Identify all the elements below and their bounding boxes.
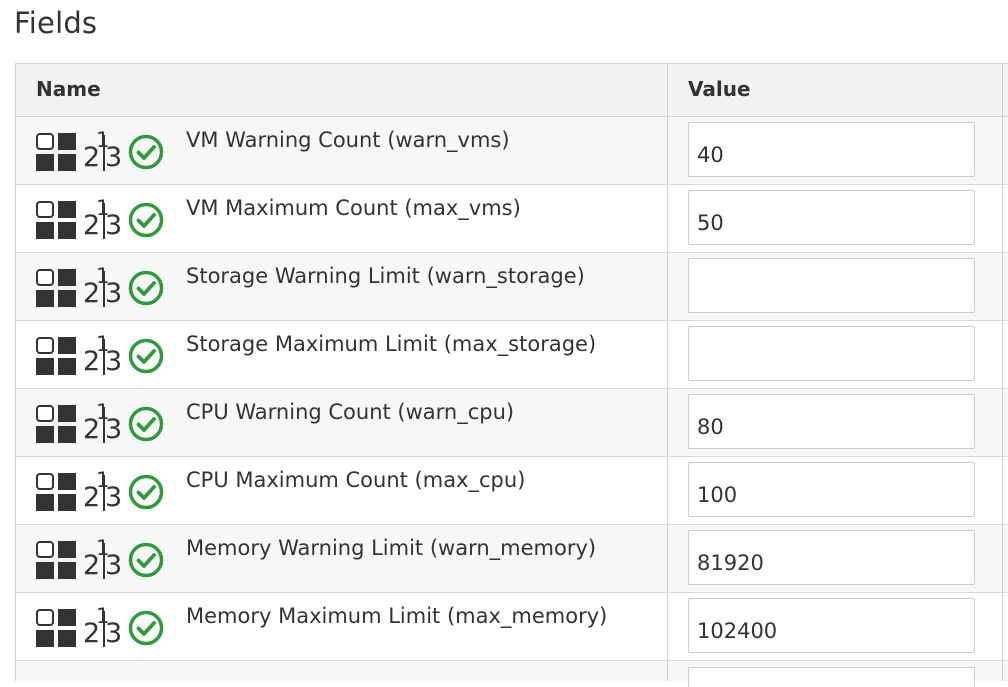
value-input[interactable]	[688, 122, 975, 177]
field-type-icon	[36, 133, 78, 171]
field-icons: 1 2 3	[36, 604, 171, 649]
table-row: 1 2 3 CPU Maximum Count (max_cpu)	[16, 457, 1008, 525]
table-row: 1 2 3 CPU Warning Count (warn_cpu)	[16, 389, 1008, 457]
field-icons: 1 2 3	[36, 536, 171, 581]
value-input[interactable]	[688, 190, 975, 245]
number-type-icon: 1 2 3	[83, 264, 123, 309]
column-header-name[interactable]: Name	[16, 64, 668, 116]
value-cell	[668, 185, 1003, 252]
number-type-icon: 1 2 3	[83, 332, 123, 377]
field-icons: 1 2 3	[36, 264, 171, 309]
name-cell: 1 2 3 Storage Warning Limit (warn_storag…	[16, 253, 668, 320]
field-icons: 1 2 3	[36, 468, 171, 513]
value-cell	[668, 117, 1003, 184]
number-type-icon: 1 2 3	[83, 536, 123, 581]
field-icons: 1 2 3	[36, 332, 171, 377]
value-cell	[668, 389, 1003, 456]
valid-check-icon	[128, 338, 164, 374]
valid-check-icon	[128, 270, 164, 306]
value-cell	[668, 253, 1003, 320]
value-input[interactable]	[688, 598, 975, 653]
value-input[interactable]	[688, 258, 975, 313]
number-type-icon: 1 2 3	[83, 400, 123, 445]
field-type-icon	[36, 201, 78, 239]
field-label: Storage Warning Limit (warn_storage)	[186, 264, 585, 288]
valid-check-icon	[128, 610, 164, 646]
name-cell: 1 2 3 CPU Warning Count (warn_cpu)	[16, 389, 668, 456]
name-cell: 1 2 3 VM Maximum Count (max_vms)	[16, 185, 668, 252]
name-cell: 1 2 3 Memory Warning Limit (warn_memory)	[16, 525, 668, 592]
field-icons: 1 2 3	[36, 400, 171, 445]
table-row: 1 2 3 Memory Warning Limit (warn_memory)	[16, 525, 1008, 593]
table-body: 1 2 3 VM Warning Count (warn_vms)	[16, 117, 1008, 687]
field-label: Memory Maximum Limit (max_memory)	[186, 604, 608, 628]
name-cell: 1 2 3 Memory Maximum Limit (max_memory)	[16, 593, 668, 660]
name-cell: 1 2 3 Storage Maximum Limit (max_storage…	[16, 321, 668, 388]
valid-check-icon	[128, 474, 164, 510]
value-cell	[668, 593, 1003, 660]
table-row: 1 2 3 VM Warning Count (warn_vms)	[16, 117, 1008, 185]
field-type-icon	[36, 609, 78, 647]
table-row: 1 2 3 Storage Maximum Limit (max_storage…	[16, 321, 1008, 389]
field-type-icon	[36, 473, 78, 511]
valid-check-icon	[128, 202, 164, 238]
field-type-icon	[36, 405, 78, 443]
valid-check-icon	[128, 406, 164, 442]
field-icons: 1 2 3	[36, 196, 171, 241]
value-cell	[668, 321, 1003, 388]
value-input[interactable]	[688, 326, 975, 381]
field-label: CPU Maximum Count (max_cpu)	[186, 468, 526, 492]
field-label: Storage Maximum Limit (max_storage)	[186, 332, 597, 356]
valid-check-icon	[128, 134, 164, 170]
number-type-icon: 1 2 3	[83, 468, 123, 513]
valid-check-icon	[128, 542, 164, 578]
field-type-icon	[36, 269, 78, 307]
fields-table: Name Value 1 2 3	[15, 63, 1008, 687]
field-label: CPU Warning Count (warn_cpu)	[186, 400, 515, 424]
value-input[interactable]	[688, 462, 975, 517]
number-type-icon: 1 2 3	[83, 604, 123, 649]
table-row: 1 2 3 Storage Warning Limit (warn_storag…	[16, 253, 1008, 321]
field-icons: 1 2 3	[36, 128, 171, 173]
value-input[interactable]	[688, 394, 975, 449]
field-label: Memory Warning Limit (warn_memory)	[186, 536, 597, 560]
page-title: Fields	[14, 6, 98, 40]
field-label: VM Maximum Count (max_vms)	[186, 196, 521, 220]
table-header: Name Value	[16, 64, 1008, 117]
field-type-icon	[36, 337, 78, 375]
value-cell	[668, 525, 1003, 592]
number-type-icon: 1 2 3	[83, 128, 123, 173]
column-header-value[interactable]: Value	[668, 64, 1003, 116]
name-cell: 1 2 3 CPU Maximum Count (max_cpu)	[16, 457, 668, 524]
table-row: 1 2 3 VM Maximum Count (max_vms)	[16, 185, 1008, 253]
table-row-partial	[16, 661, 1008, 687]
field-type-icon	[36, 541, 78, 579]
number-type-icon: 1 2 3	[83, 196, 123, 241]
value-cell	[668, 457, 1003, 524]
field-label: VM Warning Count (warn_vms)	[186, 128, 510, 152]
value-input[interactable]	[688, 530, 975, 585]
name-cell: 1 2 3 VM Warning Count (warn_vms)	[16, 117, 668, 184]
table-row: 1 2 3 Memory Maximum Limit (max_memory)	[16, 593, 1008, 661]
